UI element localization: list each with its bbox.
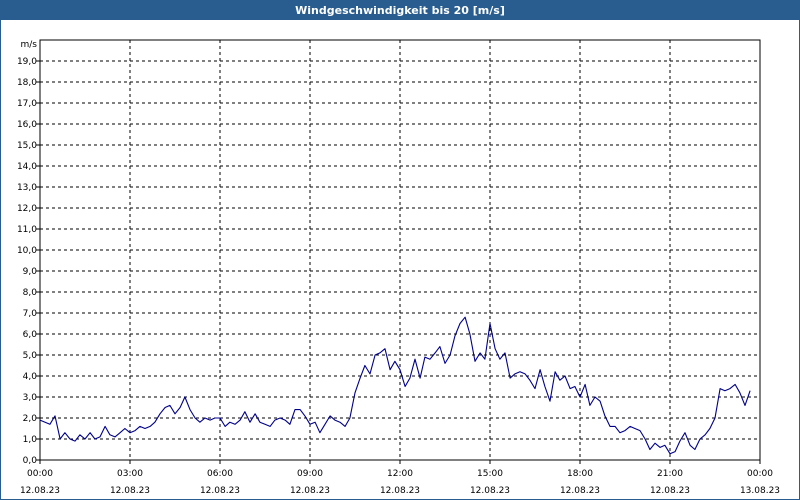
- x-tick-time-label: 09:00: [297, 469, 323, 479]
- y-tick-label: 6,0: [23, 330, 38, 340]
- wind-speed-series-line: [39, 316, 751, 455]
- x-tick-date-label: 13.08.23: [740, 486, 780, 496]
- y-tick-label: 0,0: [23, 456, 38, 466]
- y-tick-label: 19,0: [17, 57, 37, 67]
- y-tick-label: 12,0: [17, 204, 37, 214]
- y-axis-label: m/s: [21, 40, 38, 50]
- y-tick-label: 16,0: [17, 120, 37, 130]
- x-tick-time-label: 18:00: [567, 469, 593, 479]
- y-tick-label: 14,0: [17, 162, 37, 172]
- y-tick-label: 17,0: [17, 99, 37, 109]
- y-tick-label: 4,0: [23, 372, 38, 382]
- y-tick-label: 8,0: [23, 288, 38, 298]
- x-tick-date-label: 12.08.23: [200, 486, 240, 496]
- x-tick-time-label: 15:00: [477, 469, 503, 479]
- x-tick-date-label: 12.08.23: [560, 486, 600, 496]
- y-tick-label: 1,0: [23, 435, 38, 445]
- x-tick-date-label: 12.08.23: [110, 486, 150, 496]
- x-tick-time-label: 00:00: [747, 469, 773, 479]
- x-tick-date-label: 12.08.23: [470, 486, 510, 496]
- x-tick-time-label: 21:00: [657, 469, 683, 479]
- x-tick-date-label: 12.08.23: [20, 486, 60, 496]
- y-tick-label: 13,0: [17, 183, 37, 193]
- y-tick-label: 2,0: [23, 414, 38, 424]
- x-tick-date-label: 12.08.23: [380, 486, 420, 496]
- x-tick-time-label: 03:00: [117, 469, 143, 479]
- x-tick-time-label: 00:00: [27, 469, 53, 479]
- y-tick-label: 7,0: [23, 309, 38, 319]
- x-tick-time-label: 06:00: [207, 469, 233, 479]
- x-tick-date-label: 12.08.23: [650, 486, 690, 496]
- x-tick-date-label: 12.08.23: [290, 486, 330, 496]
- y-tick-label: 18,0: [17, 78, 37, 88]
- y-tick-label: 15,0: [17, 141, 37, 151]
- y-tick-label: 9,0: [23, 267, 38, 277]
- x-tick-time-label: 12:00: [387, 469, 413, 479]
- y-tick-label: 10,0: [17, 246, 37, 256]
- y-tick-label: 3,0: [23, 393, 38, 403]
- chart-plot: 0,0 1,0 2,0 3,0 4,0 5,0 6,0 7,0 8,0 9,0 10,0 11,0 12…: [17, 39, 780, 496]
- y-tick-label: 11,0: [17, 225, 37, 235]
- y-tick-label: 5,0: [23, 351, 38, 361]
